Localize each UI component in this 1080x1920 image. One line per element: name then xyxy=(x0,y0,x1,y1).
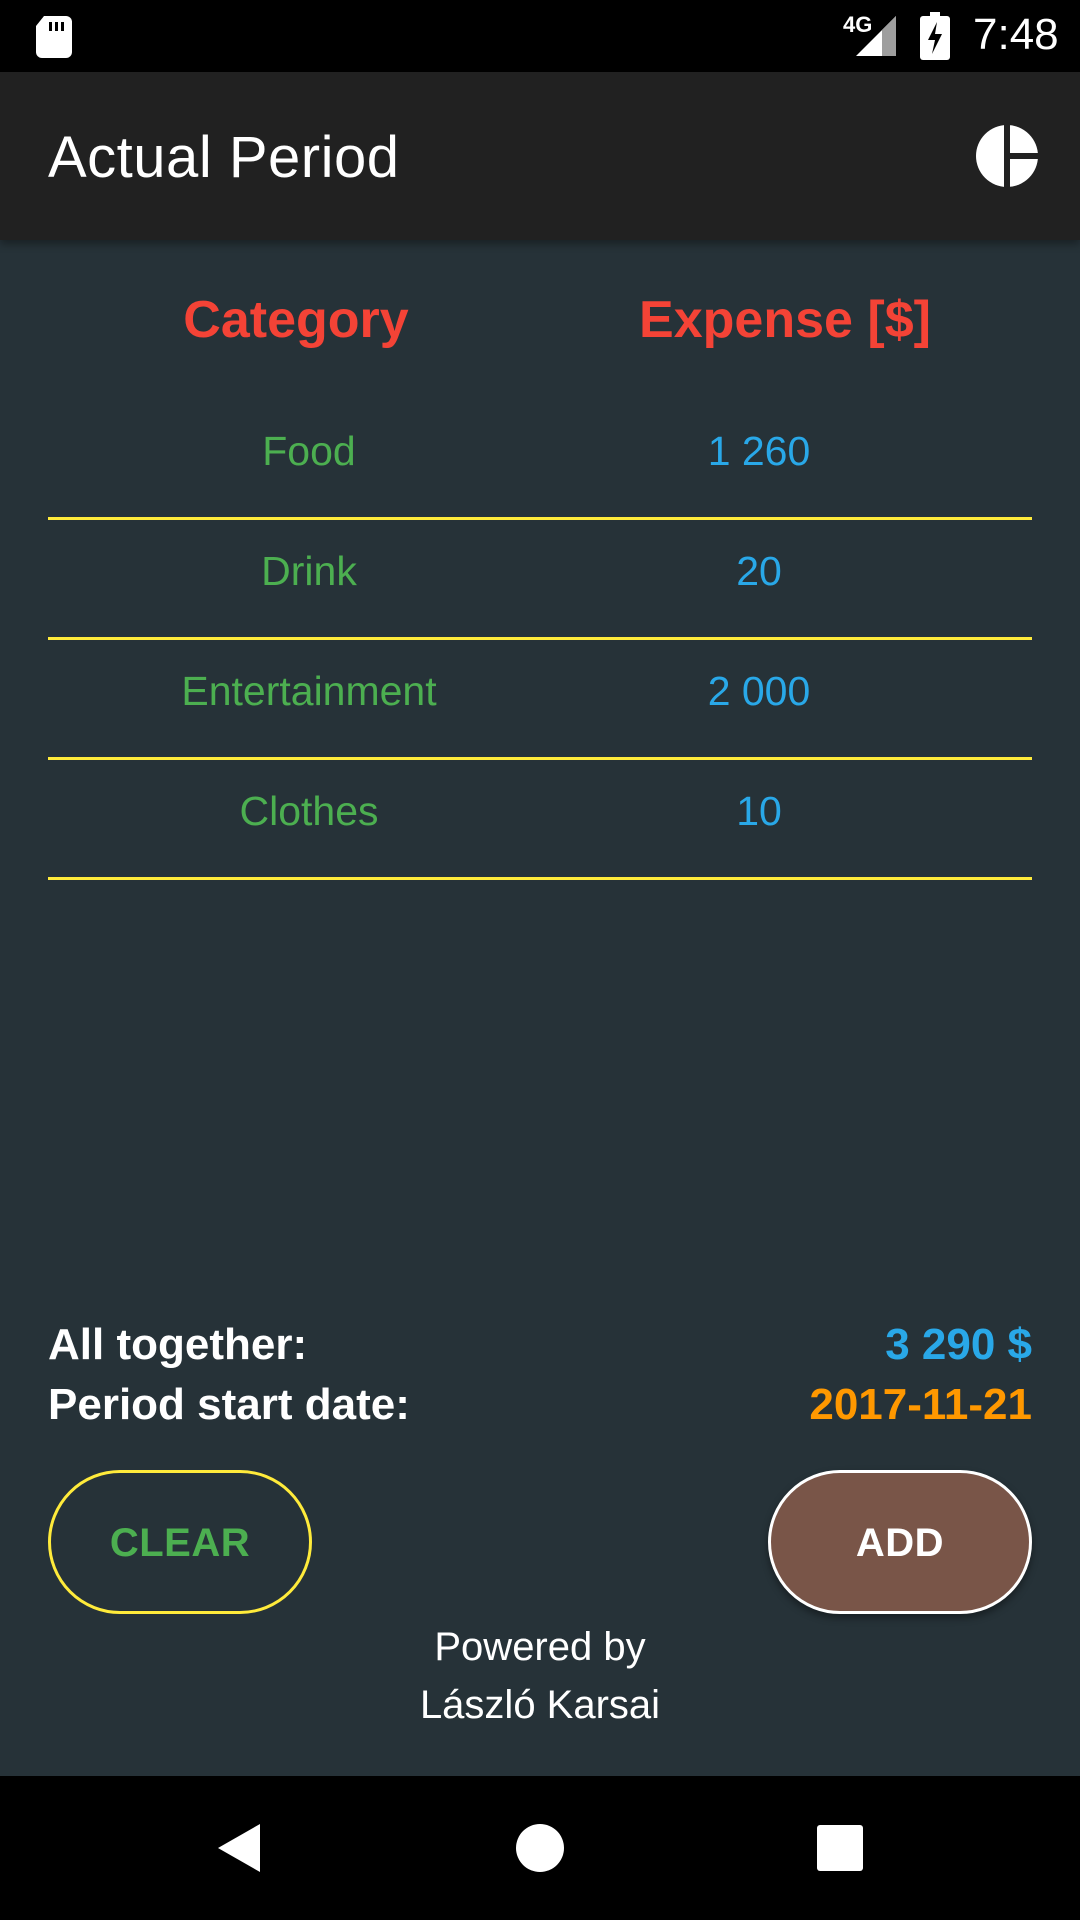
page-title: Actual Period xyxy=(48,125,400,190)
add-button[interactable]: ADD xyxy=(768,1470,1032,1614)
amount-value: 10 xyxy=(736,788,782,834)
amount-value: 1 260 xyxy=(707,428,811,474)
summary: All together: 3 290 $ Period start date:… xyxy=(48,1320,1032,1440)
category-label: Drink xyxy=(261,548,357,594)
table-header: Category Expense [$] xyxy=(0,290,1080,370)
category-column-header: Category xyxy=(183,291,409,349)
status-bar: 4G 7:48 xyxy=(0,0,1080,72)
app-bar: Actual Period xyxy=(0,72,1080,240)
total-label: All together: xyxy=(48,1320,308,1369)
list-item[interactable]: Clothes 10 xyxy=(48,760,1032,880)
total-row: All together: 3 290 $ xyxy=(48,1320,1032,1380)
footer-credit: Powered by László Karsai xyxy=(0,1618,1080,1734)
home-icon[interactable] xyxy=(510,1818,570,1878)
signal-icon xyxy=(856,16,896,56)
sd-card-icon xyxy=(36,16,72,58)
start-date-row: Period start date: 2017-11-21 xyxy=(48,1380,1032,1440)
back-icon[interactable] xyxy=(210,1818,270,1878)
list-item[interactable]: Drink 20 xyxy=(48,520,1032,640)
pie-chart-icon[interactable] xyxy=(975,124,1039,188)
category-label: Food xyxy=(262,428,356,474)
category-label: Clothes xyxy=(239,788,379,834)
category-label: Entertainment xyxy=(181,668,437,714)
amount-value: 20 xyxy=(736,548,782,594)
battery-charging-icon xyxy=(920,12,950,60)
clock: 7:48 xyxy=(973,10,1059,59)
expense-column-header: Expense [$] xyxy=(639,291,931,349)
clear-button[interactable]: CLEAR xyxy=(48,1470,312,1614)
expense-list: Food 1 260 Drink 20 Entertainment 2 000 … xyxy=(48,400,1032,880)
footer-line-1: Powered by xyxy=(434,1625,646,1669)
list-item[interactable]: Entertainment 2 000 xyxy=(48,640,1032,760)
start-date-label: Period start date: xyxy=(48,1380,410,1429)
amount-value: 2 000 xyxy=(707,668,811,714)
start-date-value[interactable]: 2017-11-21 xyxy=(809,1380,1032,1430)
navigation-bar xyxy=(0,1776,1080,1920)
recent-apps-icon[interactable] xyxy=(810,1818,870,1878)
list-item[interactable]: Food 1 260 xyxy=(48,400,1032,520)
footer-line-2: László Karsai xyxy=(419,1683,661,1727)
total-value: 3 290 $ xyxy=(885,1320,1032,1369)
